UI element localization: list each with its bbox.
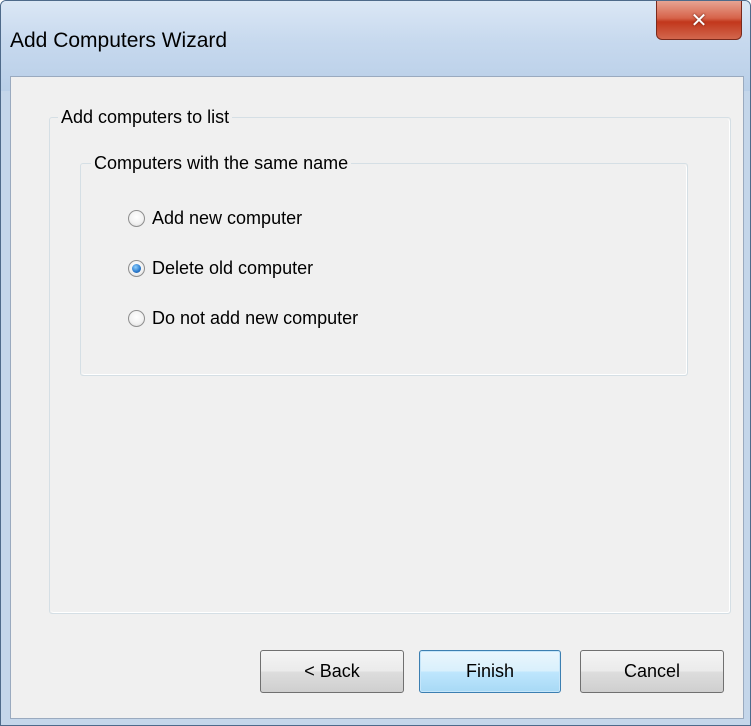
cancel-button[interactable]: Cancel <box>580 650 724 693</box>
radio-do-not-add-new-computer[interactable]: Do not add new computer <box>128 305 358 331</box>
add-computers-group-title: Add computers to list <box>58 106 233 128</box>
radio-button-icon[interactable] <box>128 209 145 227</box>
wizard-window: Add Computers Wizard ✕ Add computers to … <box>0 0 751 726</box>
same-name-group: Computers with the same name Add new com… <box>80 152 688 376</box>
radio-label: Delete old computer <box>152 257 314 278</box>
radio-label: Add new computer <box>152 207 303 228</box>
add-computers-group: Add computers to list Computers with the… <box>49 106 731 614</box>
back-button[interactable]: < Back <box>260 650 404 693</box>
close-button[interactable]: ✕ <box>656 1 742 40</box>
radio-button-selected-icon[interactable] <box>128 259 145 277</box>
finish-button[interactable]: Finish <box>419 650 561 693</box>
radio-button-icon[interactable] <box>128 309 145 327</box>
dialog-body: Add computers to list Computers with the… <box>10 76 744 719</box>
radio-delete-old-computer[interactable]: Delete old computer <box>128 255 313 281</box>
radio-label: Do not add new computer <box>152 307 359 328</box>
close-icon: ✕ <box>690 8 708 32</box>
same-name-group-title: Computers with the same name <box>91 152 352 174</box>
window-title: Add Computers Wizard <box>10 29 228 52</box>
radio-add-new-computer[interactable]: Add new computer <box>128 205 302 231</box>
